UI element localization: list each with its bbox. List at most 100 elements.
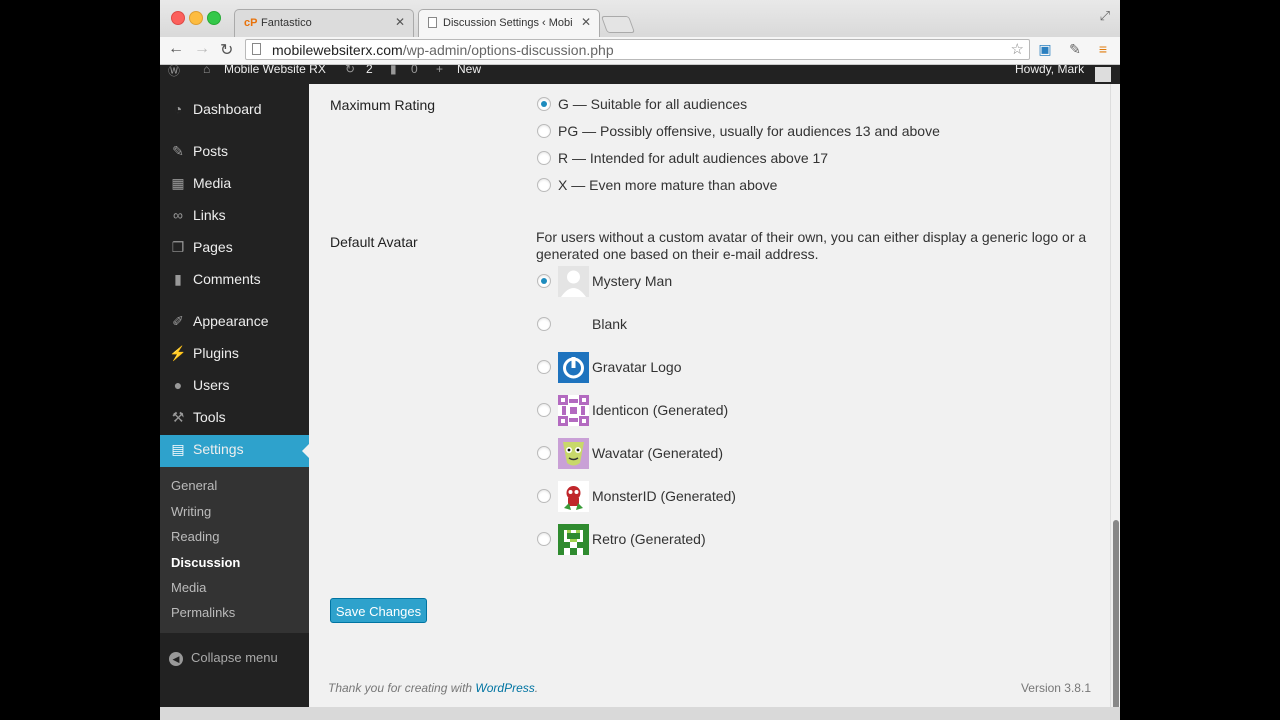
bookmark-star-icon[interactable]: ☆ xyxy=(1011,40,1024,58)
sidebar-item-settings[interactable]: ▤ Settings xyxy=(160,435,310,467)
sidebar-item-pages[interactable]: ❐ Pages xyxy=(160,233,309,265)
close-tab-icon[interactable]: ✕ xyxy=(395,15,405,29)
wrench-icon: ⚒ xyxy=(171,409,185,425)
rating-option-r[interactable]: R — Intended for adult audiences above 1… xyxy=(558,150,828,166)
home-icon: ⌂ xyxy=(203,65,211,76)
site-name-link[interactable]: Mobile Website RX xyxy=(224,65,326,76)
extension-icon[interactable]: ▣ xyxy=(1036,41,1054,57)
settings-submenu: General Writing Reading Discussion Media… xyxy=(160,467,309,633)
avatar-option-monsterid[interactable]: MonsterID (Generated) xyxy=(592,488,736,504)
tab-strip: cP Fantastico ✕ Discussion Settings ‹ Mo… xyxy=(160,0,1120,37)
rating-option-g[interactable]: G — Suitable for all audiences xyxy=(558,96,747,112)
maximum-rating-label: Maximum Rating xyxy=(330,97,436,113)
url-text: mobilewebsiterx.com/wp-admin/options-dis… xyxy=(272,42,614,58)
comments-count[interactable]: 0 xyxy=(411,65,418,76)
link-icon: ∞ xyxy=(173,207,183,223)
back-icon[interactable]: ← xyxy=(168,40,184,58)
submenu-permalinks[interactable]: Permalinks xyxy=(171,605,235,620)
rating-radio-pg[interactable] xyxy=(537,124,551,138)
admin-bar: Ⓦ ⌂ Mobile Website RX ↻ 2 ▮ 0 + New Howd… xyxy=(160,65,1120,84)
howdy-user-link[interactable]: Howdy, Mark xyxy=(1015,65,1084,76)
sidebar-item-media[interactable]: ▦ Media xyxy=(160,169,309,201)
close-window-button[interactable] xyxy=(171,11,185,25)
avatar-radio-identicon[interactable] xyxy=(537,403,551,417)
media-icon: ▦ xyxy=(171,175,185,191)
new-tab-button[interactable] xyxy=(600,16,636,33)
rating-option-x[interactable]: X — Even more mature than above xyxy=(558,177,777,193)
plug-icon: ⚡ xyxy=(169,345,187,361)
sidebar-item-posts[interactable]: ✎ Posts xyxy=(160,137,309,169)
tab-discussion-settings[interactable]: Discussion Settings ‹ Mobi ✕ xyxy=(418,9,600,37)
submenu-media[interactable]: Media xyxy=(171,580,206,595)
submenu-general[interactable]: General xyxy=(171,478,217,493)
tools-extension-icon[interactable]: ✎ xyxy=(1066,41,1084,57)
tab-title: Fantastico xyxy=(261,17,312,29)
close-tab-icon[interactable]: ✕ xyxy=(581,15,591,29)
wordpress-link[interactable]: WordPress xyxy=(475,681,534,695)
rating-option-pg[interactable]: PG — Possibly offensive, usually for aud… xyxy=(558,123,940,139)
updates-count[interactable]: 2 xyxy=(366,65,373,76)
zoom-window-button[interactable] xyxy=(207,11,221,25)
avatar-radio-mystery-man[interactable] xyxy=(537,274,551,288)
rating-radio-r[interactable] xyxy=(537,151,551,165)
page-icon xyxy=(428,17,437,28)
avatar-radio-monsterid[interactable] xyxy=(537,489,551,503)
minimize-window-button[interactable] xyxy=(189,11,203,25)
footer-credit: Thank you for creating with WordPress. xyxy=(328,681,539,695)
comment-icon: ▮ xyxy=(174,271,182,287)
tab-title: Discussion Settings ‹ Mobi xyxy=(443,17,573,29)
rating-radio-g[interactable] xyxy=(537,97,551,111)
avatar-option-blank[interactable]: Blank xyxy=(592,316,627,332)
navigation-bar: ← → ↻ mobilewebsiterx.com/wp-admin/optio… xyxy=(160,37,1120,65)
avatar-option-mystery-man[interactable]: Mystery Man xyxy=(592,273,672,289)
page-icon xyxy=(252,43,261,55)
settings-icon: ▤ xyxy=(171,441,185,457)
default-avatar-label: Default Avatar xyxy=(330,234,418,250)
address-bar[interactable]: mobilewebsiterx.com/wp-admin/options-dis… xyxy=(245,39,1030,60)
tab-fantastico[interactable]: cP Fantastico ✕ xyxy=(234,9,414,37)
avatar-radio-wavatar[interactable] xyxy=(537,446,551,460)
avatar-radio-retro[interactable] xyxy=(537,532,551,546)
avatar-radio-gravatar-logo[interactable] xyxy=(537,360,551,374)
comment-bubble-icon: ▮ xyxy=(390,65,397,76)
sidebar-item-dashboard[interactable]: ◔ Dashboard xyxy=(160,95,309,127)
avatar-option-retro[interactable]: Retro (Generated) xyxy=(592,531,706,547)
new-content-link[interactable]: New xyxy=(457,65,481,76)
plus-icon: + xyxy=(436,65,444,76)
sidebar-item-links[interactable]: ∞ Links xyxy=(160,201,309,233)
sidebar-item-appearance[interactable]: ✐ Appearance xyxy=(160,307,309,339)
sidebar-item-plugins[interactable]: ⚡ Plugins xyxy=(160,339,309,371)
window-bottom-edge xyxy=(160,707,1120,720)
sidebar-item-tools[interactable]: ⚒ Tools xyxy=(160,403,309,435)
sidebar-item-comments[interactable]: ▮ Comments xyxy=(160,265,309,297)
rating-radio-x[interactable] xyxy=(537,178,551,192)
updates-icon: ↻ xyxy=(345,65,356,76)
page-scrollbar[interactable] xyxy=(1110,84,1120,720)
submenu-reading[interactable]: Reading xyxy=(171,529,219,544)
sidebar-item-users[interactable]: ● Users xyxy=(160,371,309,403)
identicon-avatar xyxy=(558,395,589,426)
collapse-arrow-icon: ◀ xyxy=(169,651,183,666)
avatar-option-gravatar-logo[interactable]: Gravatar Logo xyxy=(592,359,682,375)
reload-icon[interactable]: ↻ xyxy=(220,40,233,60)
avatar-option-identicon[interactable]: Identicon (Generated) xyxy=(592,402,728,418)
submenu-discussion[interactable]: Discussion xyxy=(171,555,240,570)
avatar[interactable] xyxy=(1095,67,1111,82)
monsterid-avatar xyxy=(558,481,589,512)
browser-window: cP Fantastico ✕ Discussion Settings ‹ Mo… xyxy=(160,0,1120,720)
scrollbar-thumb[interactable] xyxy=(1113,520,1119,710)
main-content: Maximum Rating G — Suitable for all audi… xyxy=(309,84,1110,720)
save-changes-button[interactable]: Save Changes xyxy=(330,598,427,623)
retro-avatar xyxy=(558,524,589,555)
submenu-writing[interactable]: Writing xyxy=(171,504,211,519)
fullscreen-icon[interactable]: ⤢ xyxy=(1100,8,1110,24)
menu-icon[interactable]: ≡ xyxy=(1094,41,1112,57)
user-icon: ● xyxy=(173,377,183,393)
wordpress-logo-icon[interactable]: Ⓦ xyxy=(168,65,180,79)
collapse-menu-button[interactable]: ◀ Collapse menu xyxy=(169,650,278,666)
forward-icon[interactable]: → xyxy=(194,40,210,58)
version-text: Version 3.8.1 xyxy=(1020,681,1091,695)
gravatar-logo-icon xyxy=(558,352,589,383)
avatar-option-wavatar[interactable]: Wavatar (Generated) xyxy=(592,445,723,461)
avatar-radio-blank[interactable] xyxy=(537,317,551,331)
